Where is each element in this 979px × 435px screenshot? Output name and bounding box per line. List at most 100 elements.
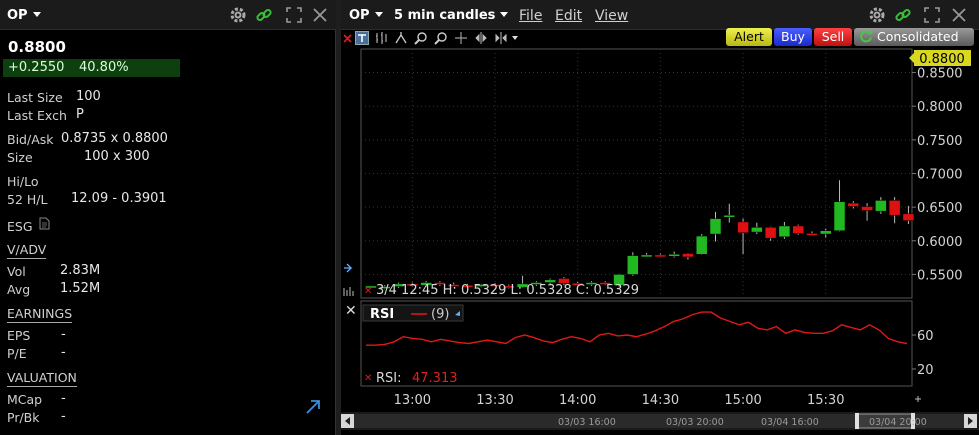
navigator-date-label: 03/04 16:00 — [761, 417, 819, 428]
vol-label: Vol — [7, 264, 26, 279]
rsi-value: 47.313 — [412, 371, 458, 386]
vadv-section-title: V/ADV — [7, 242, 47, 259]
prbk-value: - — [61, 409, 66, 424]
valuation-section-title: VALUATION — [7, 370, 77, 387]
mcap-label: MCap — [7, 392, 43, 407]
eps-value: - — [61, 327, 66, 342]
last-exch-label: Last Exch — [7, 108, 67, 123]
time-axis: 13:00 13:30 14:00 14:30 15:00 15:30 — [394, 393, 845, 408]
price-tick-label: 0.6500 — [917, 201, 963, 216]
avg-label: Avg — [7, 282, 31, 297]
quote-panel: OP 0.8800 +0.2550 40.80% Last Size 100 L… — [0, 0, 336, 435]
rsi-info-close-icon[interactable]: ✕ — [364, 373, 372, 384]
vol-value: 2.83M — [60, 263, 101, 278]
quote-symbol-selector[interactable]: OP — [7, 8, 41, 23]
candle-body — [737, 221, 749, 233]
axis-resize-icon[interactable] — [915, 396, 921, 402]
rsi-period: (9) — [431, 307, 449, 322]
time-tick-label: 13:30 — [476, 393, 513, 408]
candle-body — [902, 213, 915, 221]
price-tick-label: 0.8500 — [917, 67, 963, 82]
candle-body — [627, 255, 639, 275]
bidask-value: 0.8735 x 0.8800 — [61, 131, 168, 146]
pe-label: P/E — [7, 346, 27, 361]
last-exch-value: P — [76, 107, 84, 122]
candle — [695, 234, 708, 255]
scroll-thumb-left-handle[interactable] — [855, 413, 859, 429]
avg-value: 1.52M — [60, 281, 101, 296]
esg-label: ESG — [7, 219, 33, 234]
candle-body — [792, 225, 804, 234]
candle-body — [709, 218, 722, 235]
candle-body — [778, 225, 791, 238]
last-size-label: Last Size — [7, 90, 63, 105]
size-value: 100 x 300 — [84, 149, 150, 164]
time-tick-label: 15:30 — [807, 393, 844, 408]
candle — [792, 224, 804, 235]
rsi-title: RSI — [370, 307, 394, 322]
last-price-tag: 0.8800 — [909, 50, 971, 67]
quote-symbol: OP — [7, 8, 28, 23]
candle-body — [875, 200, 887, 212]
candle-body — [806, 233, 818, 236]
chart-panel: OP 5 min candles File Edit View Alert Bu… — [341, 0, 979, 435]
ohlc-info-line: 3/4 12:45 H: 0.5329 L: 0.5328 C: 0.5329 — [376, 283, 639, 298]
volume-bars-icon — [343, 287, 354, 296]
candlestick-chart[interactable]: 0.5500 0.6000 0.6500 0.7000 0.7500 0.8000 0.85… — [341, 0, 979, 435]
rsi-close-icon[interactable]: ✕ — [345, 303, 357, 319]
candle — [627, 252, 639, 276]
candle-body — [723, 214, 736, 218]
candle-body — [861, 206, 873, 211]
rsi-axis: 2060 — [912, 329, 934, 378]
candle-body — [751, 227, 763, 233]
h52-label: 52 H/L — [7, 192, 48, 207]
link-icon[interactable] — [255, 6, 273, 24]
change-bar: +0.2550 40.80% — [3, 59, 180, 77]
rsi-tick-label: 60 — [917, 329, 934, 344]
price-tick-label: 0.5500 — [917, 268, 963, 283]
close-icon[interactable] — [311, 6, 329, 24]
h52-value: 12.09 - 0.3901 — [71, 191, 167, 206]
candle-body — [847, 202, 860, 207]
last-price: 0.8800 — [8, 38, 66, 56]
navigator-date-label: 03/03 20:00 — [666, 417, 724, 428]
bidask-label: Bid/Ask — [7, 132, 54, 147]
document-icon[interactable] — [39, 217, 50, 230]
change-percent: 40.80% — [79, 60, 129, 75]
pe-value: - — [61, 345, 66, 360]
time-tick-label: 14:30 — [642, 393, 679, 408]
candle-body — [764, 227, 777, 239]
price-tick-label: 0.6000 — [917, 235, 963, 250]
candle-body — [654, 254, 667, 258]
rsi-tick-label: 20 — [917, 363, 934, 378]
price-tick-label: 0.7500 — [917, 134, 963, 149]
earnings-section-title: EARNINGS — [7, 306, 73, 323]
candle-body — [640, 254, 653, 258]
prbk-label: Pr/Bk — [7, 410, 40, 425]
last-price-tag-text: 0.8800 — [919, 52, 965, 67]
candle-body — [695, 235, 708, 255]
candle-body — [682, 253, 694, 258]
candle-body — [668, 254, 680, 257]
maximize-icon[interactable] — [285, 6, 303, 24]
info-close-icon[interactable]: ✕ — [364, 286, 372, 297]
change-value: +0.2550 — [8, 60, 65, 75]
size-label: Size — [7, 150, 33, 165]
rsi-value-label: RSI: — [376, 371, 402, 386]
time-tick-label: 14:00 — [559, 393, 596, 408]
gear-icon[interactable] — [229, 6, 247, 24]
candle-body — [888, 200, 901, 216]
chevron-down-icon — [32, 12, 41, 17]
quote-panel-header: OP — [0, 0, 336, 30]
price-tick-label: 0.8000 — [917, 100, 963, 115]
price-tick-label: 0.7000 — [917, 168, 963, 183]
arrow-right-icon — [344, 263, 353, 273]
candle-body — [819, 230, 832, 235]
candle-body — [833, 201, 846, 231]
time-tick-label: 13:00 — [394, 393, 431, 408]
last-size-value: 100 — [76, 89, 101, 104]
mcap-value: - — [61, 391, 66, 406]
time-tick-label: 15:00 — [724, 393, 761, 408]
eps-label: EPS — [7, 328, 31, 343]
expand-arrow-icon[interactable] — [304, 398, 322, 416]
